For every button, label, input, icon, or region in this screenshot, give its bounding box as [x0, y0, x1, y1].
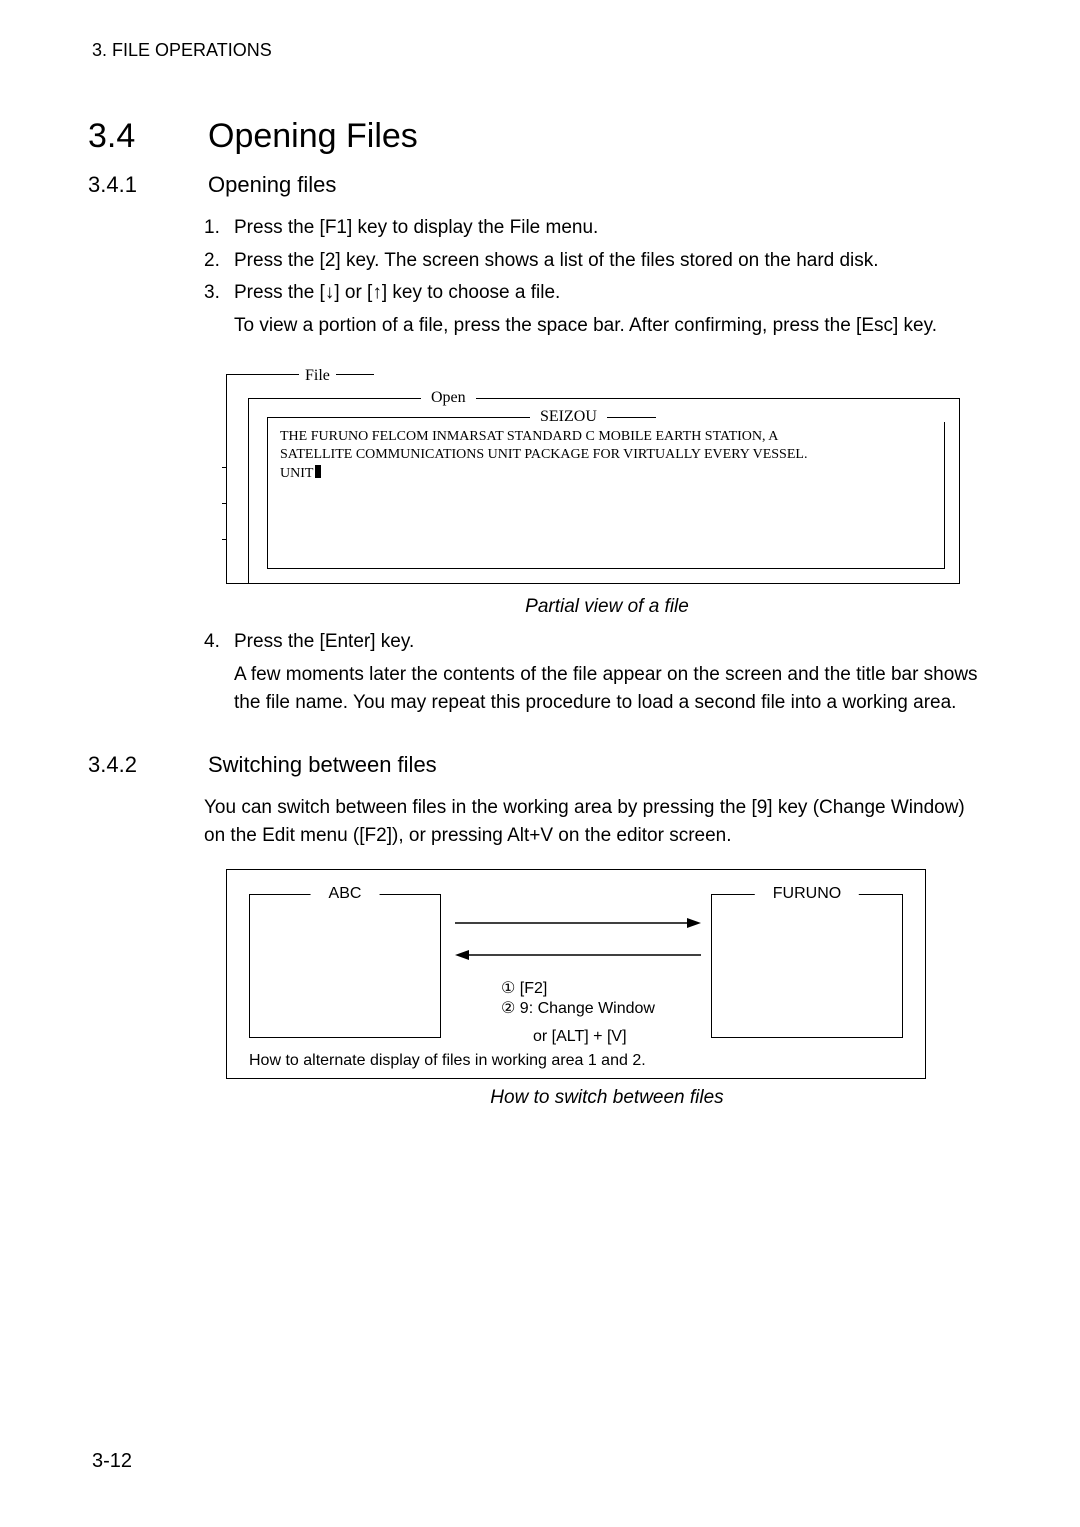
step-1: 1. Press the [F1] key to display the Fil… — [204, 214, 988, 243]
preview-line: UNIT — [280, 466, 313, 481]
step-number: 2. — [204, 247, 234, 276]
subsection-342-para: You can switch between files in the work… — [204, 794, 988, 851]
subsection-341-heading: 3.4.1 Opening files — [88, 172, 988, 198]
subsection-341-number: 3.4.1 — [88, 172, 160, 198]
open-dialog-box: Open SEIZOU THE FURUNO FELCOM INMARSAT S… — [248, 398, 960, 584]
subsection-342-heading: 3.4.2 Switching between files — [88, 752, 988, 778]
step-4-subtext: A few moments later the contents of the … — [234, 661, 988, 718]
step-3-subtext: To view a portion of a file, press the s… — [234, 312, 988, 341]
subsection-341-title: Opening files — [208, 172, 336, 198]
figure-2-container: ABC FURUNO ① [F2] ② 9: Change Window or … — [226, 869, 988, 1109]
subsection-342-number: 3.4.2 — [88, 752, 160, 778]
figure-1-container: File Open SEIZOU THE FURUNO FELCOM INMAR… — [226, 358, 988, 618]
tick-mark — [222, 539, 227, 540]
step-2: 2. Press the [2] key. The screen shows a… — [204, 247, 988, 276]
preview-line: THE FURUNO FELCOM INMARSAT STANDARD C MO… — [280, 429, 778, 444]
step-number: 3. — [204, 279, 234, 308]
section-number: 3.4 — [88, 117, 160, 156]
figure-1-caption: Partial view of a file — [226, 596, 988, 618]
file-preview-box: SEIZOU THE FURUNO FELCOM INMARSAT STANDA… — [267, 417, 945, 569]
section-heading: 3.4 Opening Files — [88, 117, 988, 156]
steps-list: 1. Press the [F1] key to display the Fil… — [204, 214, 988, 308]
step-text: Press the [Enter] key. — [234, 628, 988, 657]
file-preview-text: THE FURUNO FELCOM INMARSAT STANDARD C MO… — [268, 418, 944, 494]
step-text: Press the [2] key. The screen shows a li… — [234, 247, 988, 276]
text-cursor-icon — [315, 465, 321, 478]
fig2-line2: ② 9: Change Window — [501, 998, 655, 1018]
preview-line: SATELLITE COMMUNICATIONS UNIT PACKAGE FO… — [280, 447, 807, 462]
step-4: 4. Press the [Enter] key. — [204, 628, 988, 657]
figure-1: File Open SEIZOU THE FURUNO FELCOM INMAR… — [226, 358, 946, 588]
file-menu-label: File — [299, 367, 336, 385]
page-header: 3. FILE OPERATIONS — [92, 40, 988, 61]
page-number: 3-12 — [92, 1450, 132, 1473]
step-3: 3. Press the [↓] or [↑] key to choose a … — [204, 279, 988, 308]
tick-mark — [222, 467, 227, 468]
subsection-342-title: Switching between files — [208, 752, 437, 778]
section-title: Opening Files — [208, 117, 418, 156]
figure-2-caption: How to switch between files — [226, 1087, 988, 1109]
seizou-label: SEIZOU — [530, 408, 607, 426]
step-text: Press the [↓] or [↑] key to choose a fil… — [234, 279, 988, 308]
step-number: 1. — [204, 214, 234, 243]
figure-2: ABC FURUNO ① [F2] ② 9: Change Window or … — [226, 869, 926, 1079]
fig2-bottom-text: How to alternate display of files in wor… — [249, 1052, 646, 1070]
fig2-line3: or [ALT] + [V] — [533, 1028, 627, 1046]
open-label: Open — [421, 389, 476, 407]
window-furuno-label: FURUNO — [755, 885, 859, 903]
arrow-right-icon — [455, 916, 701, 930]
steps-list-cont: 4. Press the [Enter] key. — [204, 628, 988, 657]
arrow-left-icon — [455, 948, 701, 962]
window-abc-label: ABC — [311, 885, 380, 903]
window-abc: ABC — [249, 894, 441, 1038]
step-number: 4. — [204, 628, 234, 657]
tick-mark — [222, 503, 227, 504]
fig2-line1: ① [F2] — [501, 978, 547, 998]
window-furuno: FURUNO — [711, 894, 903, 1038]
step-text: Press the [F1] key to display the File m… — [234, 214, 988, 243]
